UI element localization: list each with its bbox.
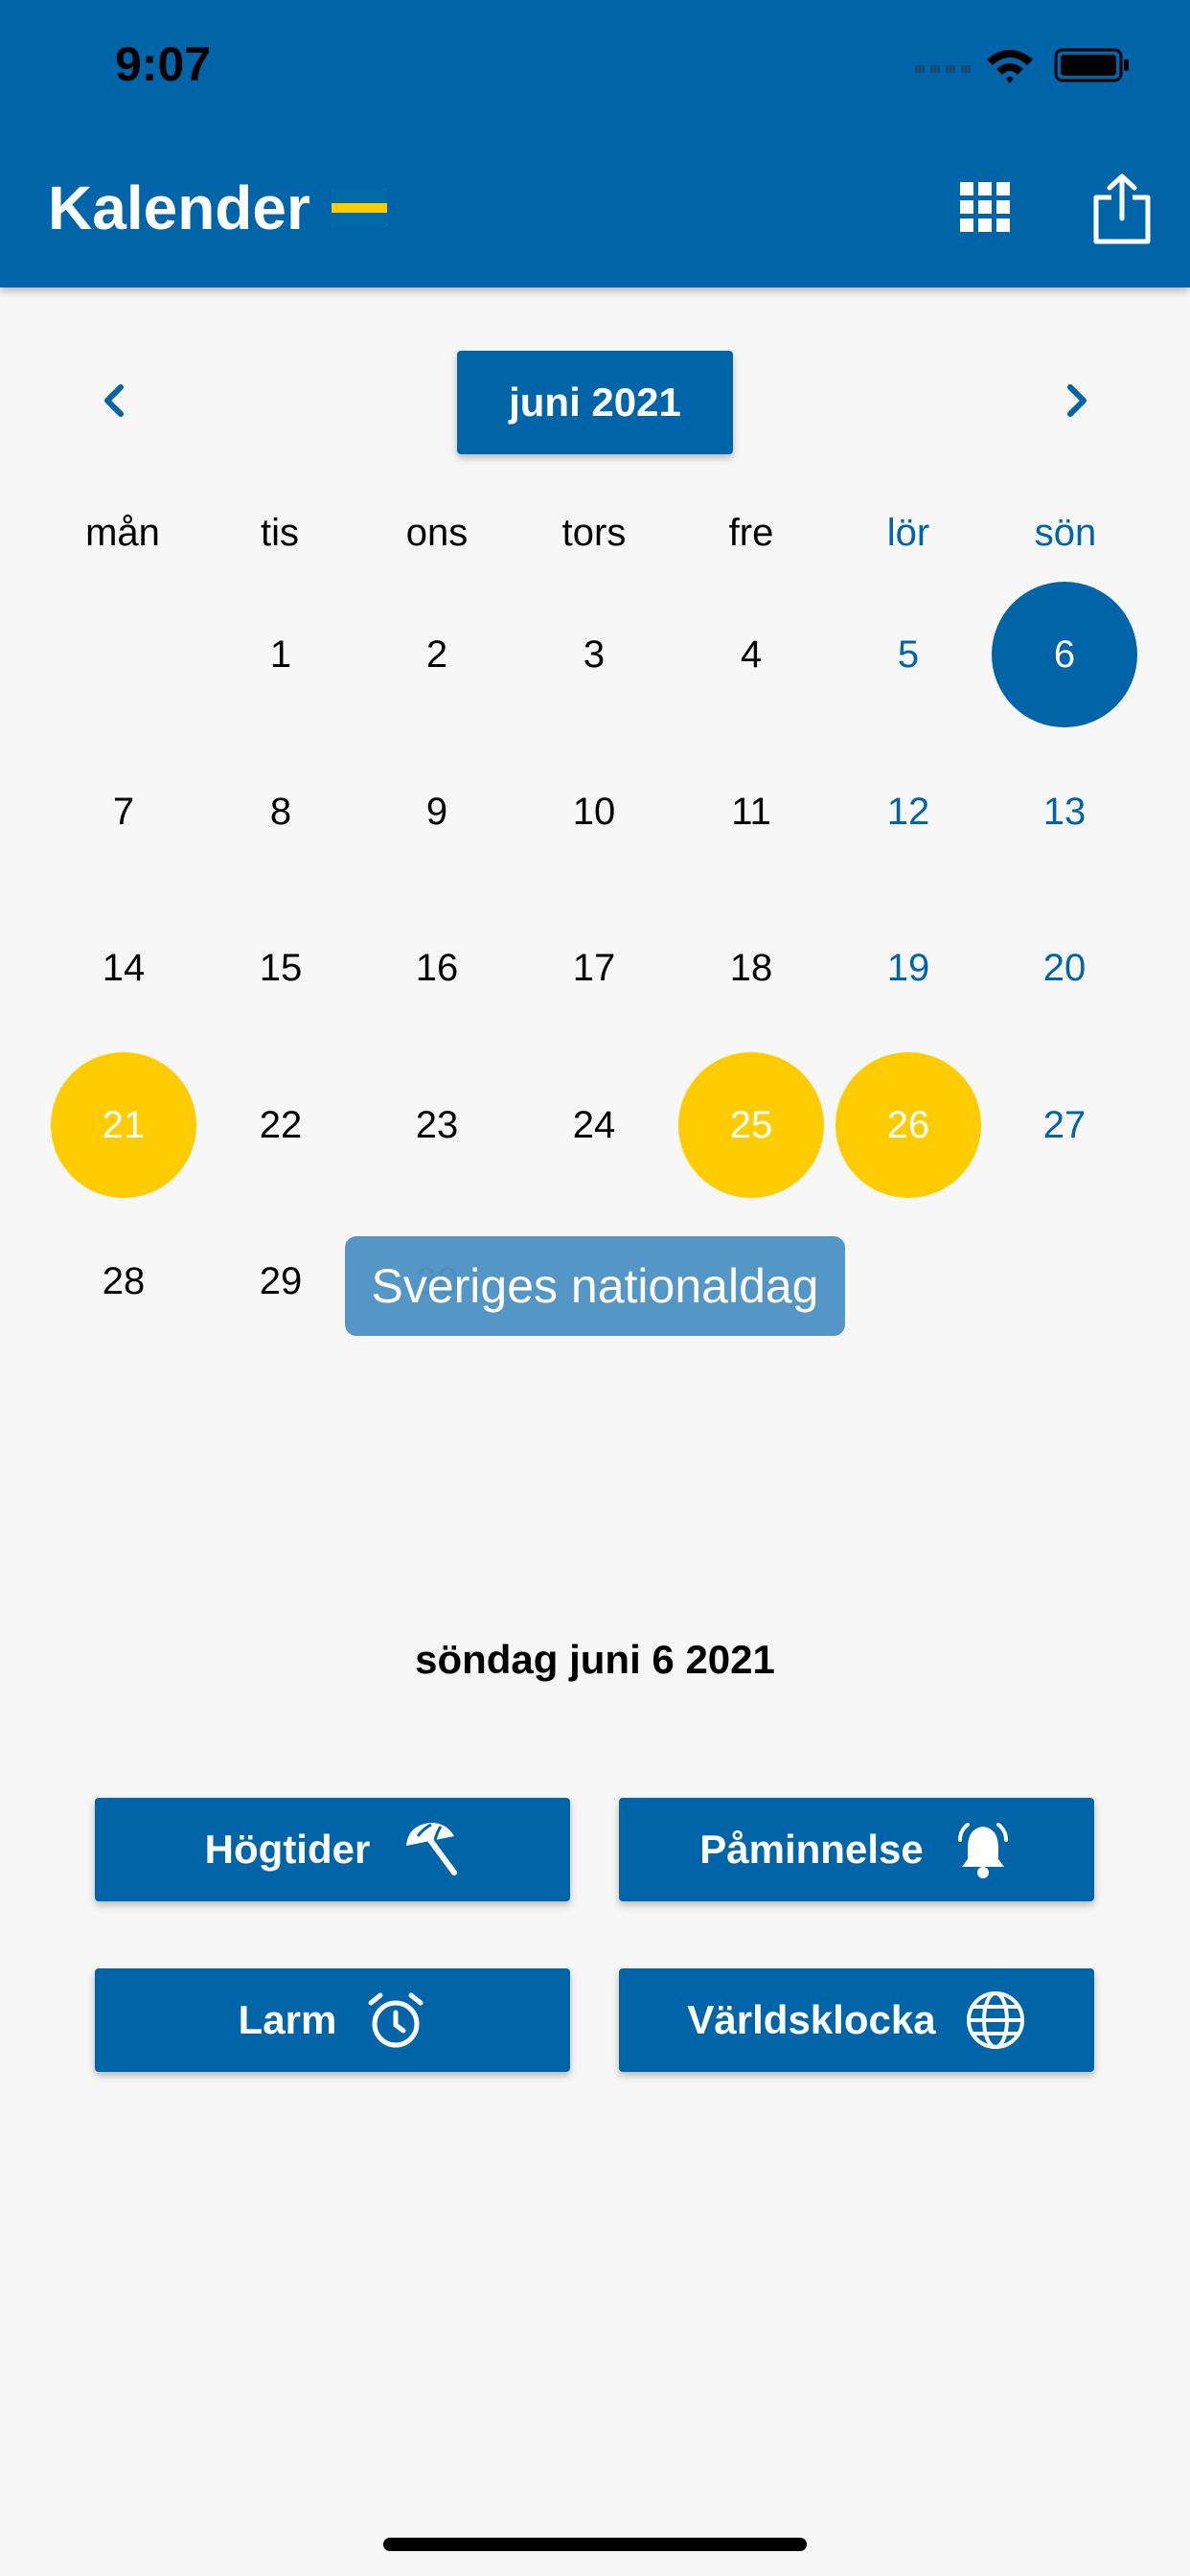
calendar-day[interactable]: 16 [364, 895, 510, 1041]
grid-view-icon[interactable] [958, 180, 1012, 234]
share-icon[interactable] [1090, 172, 1154, 245]
status-time: 9:07 [115, 37, 212, 91]
calendar-day[interactable]: 1 [208, 582, 354, 727]
weekday-label: sön [1034, 512, 1097, 554]
calendar-day[interactable]: 11 [678, 739, 824, 885]
weekday-label: mån [85, 512, 160, 554]
calendar-day[interactable]: 18 [678, 895, 824, 1041]
alarm-button-label: Larm [238, 1997, 337, 2042]
holidays-button[interactable]: Högtider [95, 1798, 570, 1901]
next-month-icon[interactable] [1057, 381, 1095, 420]
calendar-day[interactable]: 2 [364, 582, 510, 727]
calendar-day[interactable]: 9 [364, 739, 510, 885]
calendar-day[interactable]: 14 [51, 895, 196, 1041]
alarm-button[interactable]: Larm [95, 1968, 570, 2072]
app-title-text: Kalender [48, 173, 310, 242]
calendar-day[interactable]: 7 [51, 739, 196, 885]
calendar-day[interactable]: 28 [51, 1208, 196, 1354]
bell-ringing-icon [957, 1823, 1008, 1878]
calendar-day[interactable]: 22 [208, 1052, 354, 1198]
calendar-day[interactable]: 17 [521, 895, 667, 1041]
weekday-header: mån tis ons tors fre lör sön [44, 512, 1146, 555]
calendar-day[interactable]: 15 [208, 895, 354, 1041]
calendar-day[interactable]: 10 [521, 739, 667, 885]
calendar-day[interactable]: 13 [992, 739, 1137, 885]
calendar-day[interactable]: 24 [521, 1052, 667, 1198]
weekday-label: lör [886, 512, 930, 554]
calendar-day[interactable]: 23 [364, 1052, 510, 1198]
calendar-day[interactable]: 5 [835, 582, 981, 727]
calendar-day[interactable]: 19 [835, 895, 981, 1041]
reminder-button[interactable]: Påminnelse [619, 1798, 1094, 1901]
swedish-flag-icon [331, 189, 387, 227]
weekday-label: ons [405, 512, 469, 554]
world-clock-button[interactable]: Världsklocka [619, 1968, 1094, 2072]
battery-icon [1054, 48, 1129, 82]
calendar-day[interactable]: 25 [678, 1052, 824, 1198]
calendar-day[interactable]: 29 [208, 1208, 354, 1354]
cellular-signal-icon [915, 65, 971, 73]
calendar-day[interactable]: 6 [992, 582, 1137, 727]
beach-umbrella-icon [406, 1823, 458, 1875]
calendar-day[interactable]: 12 [835, 739, 981, 885]
calendar-day[interactable]: 4 [678, 582, 824, 727]
month-selector-button[interactable]: juni 2021 [457, 351, 733, 454]
weekday-label: tors [561, 512, 627, 554]
holiday-tooltip: Sveriges nationaldag [345, 1236, 845, 1336]
weekday-label: tis [261, 512, 299, 554]
app-title: Kalender [48, 172, 387, 243]
home-indicator [383, 2538, 807, 2551]
selected-date-label: söndag juni 6 2021 [415, 1637, 775, 1682]
alarm-clock-icon [368, 1992, 423, 2048]
world-clock-button-label: Världsklocka [687, 1997, 936, 2042]
app-header: 9:07 Kalender [0, 0, 1190, 288]
wifi-icon [987, 50, 1033, 83]
calendar-day[interactable]: 21 [51, 1052, 196, 1198]
calendar-day[interactable]: 27 [992, 1052, 1137, 1198]
calendar-day[interactable]: 26 [835, 1052, 981, 1198]
calendar-day[interactable]: 8 [208, 739, 354, 885]
weekday-label: fre [728, 512, 774, 554]
previous-month-icon[interactable] [96, 381, 134, 420]
reminder-button-label: Påminnelse [699, 1827, 924, 1872]
globe-icon [966, 1991, 1024, 2049]
calendar-day[interactable]: 3 [521, 582, 667, 727]
holidays-button-label: Högtider [204, 1827, 371, 1872]
calendar-day[interactable]: 20 [992, 895, 1137, 1041]
